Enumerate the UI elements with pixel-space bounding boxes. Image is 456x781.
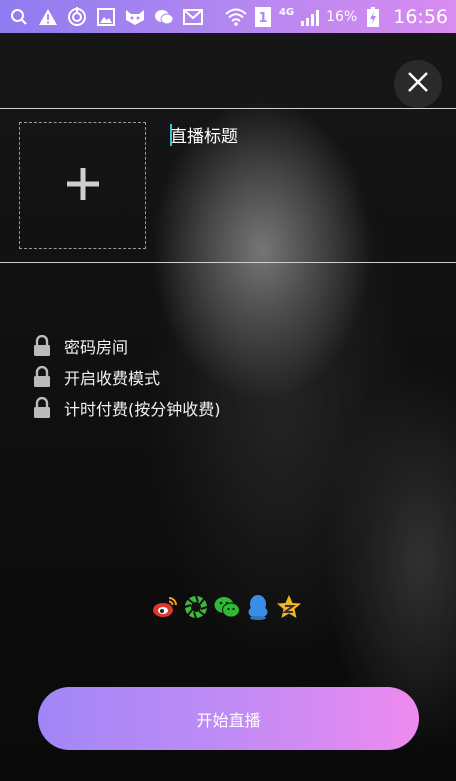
clock: 16:56 [393,5,448,28]
battery-percent: 16% [326,8,358,25]
wechat-icon [153,6,175,28]
divider-bottom [0,262,456,263]
live-title-input[interactable] [170,122,440,152]
network-type: 4G [278,7,295,18]
cover-image-picker[interactable] [19,122,146,249]
room-options: 密码房间 开启收费模式 计时付费(按分钟收费) [32,330,221,423]
wifi-icon [225,6,247,28]
moments-icon[interactable] [183,593,209,621]
signal-icon [299,6,321,28]
option-label: 开启收费模式 [64,368,161,388]
start-live-button[interactable]: 开始直播 [38,687,419,750]
close-button[interactable] [394,60,442,108]
sim-icon: 1 [252,6,274,28]
option-paid-mode[interactable]: 开启收费模式 [32,361,221,392]
plus-icon [65,166,101,206]
option-label: 密码房间 [64,337,129,357]
text-cursor [170,124,172,146]
svg-text:1: 1 [258,11,267,26]
lock-icon [32,365,52,388]
image-icon [95,6,117,28]
option-label: 计时付费(按分钟收费) [64,399,221,419]
battery-icon [362,6,384,28]
search-icon [8,6,30,28]
qq-icon[interactable] [245,593,271,621]
option-password-room[interactable]: 密码房间 [32,330,221,361]
warning-icon [37,6,59,28]
lock-icon [32,334,52,357]
lock-icon [32,396,52,419]
cat-icon [124,6,146,28]
sync-icon [66,6,88,28]
option-timed-pay[interactable]: 计时付费(按分钟收费) [32,392,221,423]
weibo-icon[interactable] [152,593,178,621]
qzone-icon[interactable] [276,593,302,621]
divider-top [0,108,456,109]
wechat-icon[interactable] [214,593,240,621]
share-channels [152,593,302,621]
mail-icon [182,6,204,28]
close-icon [407,71,429,97]
status-bar: 1 4G 16% 16:56 [0,0,456,33]
